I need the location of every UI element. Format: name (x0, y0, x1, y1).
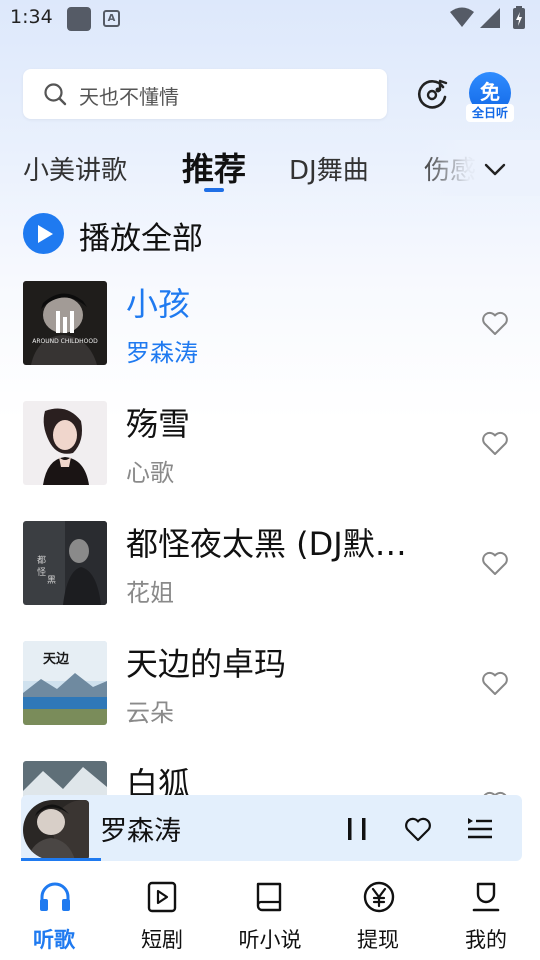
playlist-icon[interactable] (466, 815, 494, 843)
signal-icon (480, 8, 500, 28)
svg-text:怪: 怪 (37, 566, 46, 578)
mini-player-artist: 罗森涛 (100, 816, 181, 847)
song-row[interactable]: 天边 天边的卓玛 云朵 (0, 641, 540, 741)
heart-icon[interactable] (481, 670, 509, 696)
svg-text:天边: 天边 (43, 652, 70, 667)
tab-dj[interactable]: DJ舞曲 (289, 150, 369, 187)
song-cover: AROUND CHILDHOOD (23, 281, 107, 365)
song-title: 都怪夜太黑 (DJ默… (126, 525, 407, 563)
tabs-fade (420, 140, 540, 196)
tab-recommend[interactable]: 推荐 (182, 144, 246, 190)
active-tab-indicator (204, 188, 224, 192)
svg-text:黑: 黑 (47, 575, 56, 586)
video-icon (147, 881, 177, 913)
nav-label: 短剧 (141, 928, 183, 952)
search-icon (44, 83, 67, 106)
free-badge-label: 全日听 (466, 104, 514, 122)
song-cover: 天边 (23, 641, 107, 725)
app-notification-icon (67, 7, 91, 31)
song-row[interactable]: AROUND CHILDHOOD 小孩 罗森涛 (0, 281, 540, 381)
status-time: 1:34 (10, 6, 53, 28)
music-recognition-icon[interactable] (416, 77, 450, 111)
category-tabs: 小美讲歌 推荐 DJ舞曲 伤感 (0, 140, 540, 196)
svg-text:都: 都 (37, 555, 46, 566)
free-listening-badge[interactable]: 免 全日听 (466, 72, 514, 124)
play-icon (23, 213, 64, 254)
song-title: 天边的卓玛 (126, 645, 287, 683)
heart-icon[interactable] (481, 310, 509, 336)
song-row[interactable]: 殇雪 心歌 (0, 401, 540, 501)
pause-icon[interactable] (345, 816, 369, 842)
song-cover: 都 怪 黑 (23, 521, 107, 605)
book-icon (256, 882, 282, 912)
song-cover (23, 401, 107, 485)
chevron-down-icon[interactable] (482, 156, 508, 182)
heart-icon[interactable] (481, 550, 509, 576)
song-row[interactable]: 都 怪 黑 都怪夜太黑 (DJ默… 花姐 (0, 521, 540, 621)
play-all-label: 播放全部 (79, 221, 203, 257)
system-status-icons (450, 6, 530, 30)
song-artist: 心歌 (126, 459, 174, 487)
wifi-icon (450, 7, 474, 27)
search-bar[interactable]: 天也不懂情 (23, 69, 387, 119)
mini-player[interactable]: 罗森涛 (21, 795, 522, 861)
headphones-icon (40, 882, 70, 911)
play-all-button[interactable]: 播放全部 (23, 213, 243, 257)
nav-tab-withdraw[interactable]: 提现 (328, 874, 428, 958)
playback-progress (21, 858, 101, 861)
nav-tab-music[interactable]: 听歌 (4, 874, 104, 958)
nav-label: 提现 (357, 928, 399, 952)
song-artist: 花姐 (126, 579, 174, 607)
nav-tab-novels[interactable]: 听小说 (220, 874, 320, 958)
song-title: 小孩 (126, 285, 191, 323)
song-artist: 罗森涛 (126, 339, 198, 367)
nav-label: 听小说 (238, 928, 302, 952)
battery-icon (513, 6, 525, 29)
profile-icon (472, 882, 500, 912)
song-title: 殇雪 (126, 405, 191, 443)
nav-tab-shorts[interactable]: 短剧 (112, 874, 212, 958)
nav-label: 听歌 (33, 928, 75, 952)
nav-tab-profile[interactable]: 我的 (436, 874, 536, 958)
yen-icon (363, 881, 395, 913)
tab-xiaomei[interactable]: 小美讲歌 (23, 150, 127, 187)
keyboard-notification-icon: A (103, 10, 120, 27)
status-bar: 1:34 A (0, 0, 540, 38)
heart-icon[interactable] (481, 430, 509, 456)
nav-label: 我的 (465, 928, 507, 952)
bottom-nav: 听歌 短剧 听小说 提现 我的 (0, 862, 540, 960)
mini-player-cover (23, 800, 89, 860)
search-placeholder: 天也不懂情 (79, 85, 179, 109)
heart-icon[interactable] (404, 816, 432, 842)
song-artist: 云朵 (126, 699, 174, 727)
svg-text:AROUND CHILDHOOD: AROUND CHILDHOOD (32, 338, 98, 345)
